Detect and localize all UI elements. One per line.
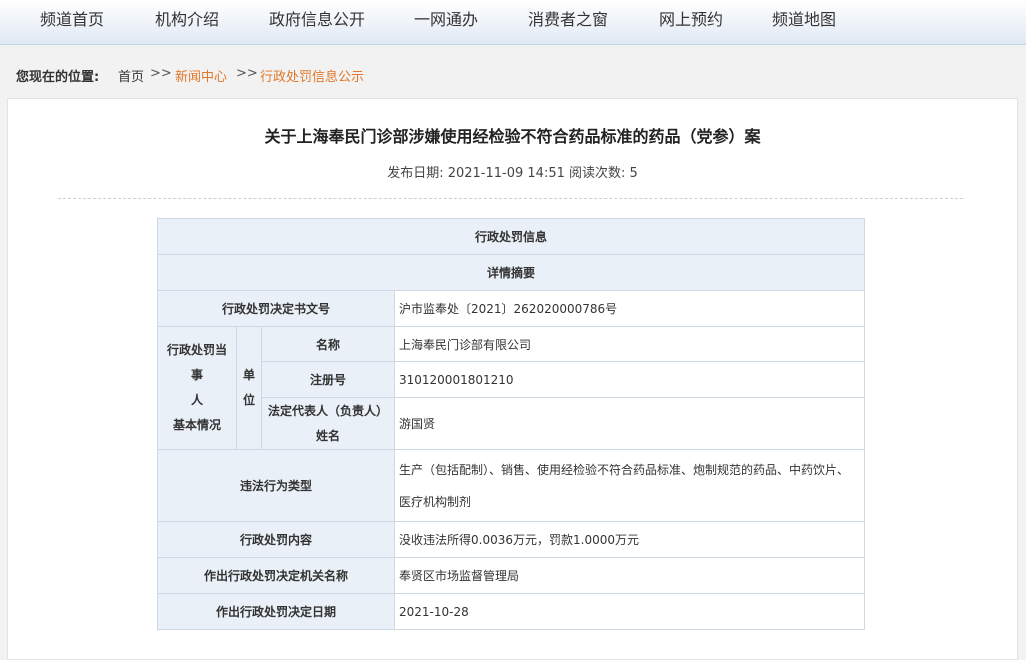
name-value: 上海奉民门诊部有限公司 bbox=[393, 326, 866, 362]
org-label: 作出行政处罚决定机关名称 bbox=[157, 557, 395, 594]
nav-about[interactable]: 机构介绍 bbox=[155, 0, 219, 44]
party-label: 行政处罚当事 人 基本情况 bbox=[157, 326, 237, 450]
reg-label: 注册号 bbox=[261, 361, 395, 398]
date-value: 2021-10-28 bbox=[393, 593, 866, 630]
party-label-line: 行政处罚当事 bbox=[166, 343, 227, 382]
breadcrumb-news-link[interactable]: 新闻中心 bbox=[175, 66, 227, 85]
rep-label-line: 姓名 bbox=[315, 428, 340, 443]
top-navigation: 频道首页 机构介绍 政府信息公开 一网通办 消费者之窗 网上预约 频道地图 bbox=[0, 0, 1026, 45]
divider bbox=[58, 198, 963, 199]
violation-line: 医疗机构制剂 bbox=[399, 494, 472, 509]
unit-label: 单 位 bbox=[236, 326, 262, 450]
party-label-line: 人 bbox=[190, 393, 203, 407]
nav-gov-info[interactable]: 政府信息公开 bbox=[269, 0, 365, 44]
violation-line: 生产（包括配制）、销售、使用经检验不符合药品标准、炮制规范的药品、中药饮片、 bbox=[399, 462, 850, 477]
nav-channel-home[interactable]: 频道首页 bbox=[40, 0, 104, 44]
rep-label: 法定代表人（负责人） 姓名 bbox=[261, 397, 395, 450]
table-header: 行政处罚信息 bbox=[156, 218, 866, 255]
nav-sitemap[interactable]: 频道地图 bbox=[772, 0, 836, 44]
date-label: 作出行政处罚决定日期 bbox=[157, 593, 395, 630]
article-title: 关于上海奉民门诊部涉嫌使用经检验不符合药品标准的药品（党参）案 bbox=[264, 127, 761, 146]
table-subheader: 详情摘要 bbox=[156, 254, 866, 291]
nav-booking[interactable]: 网上预约 bbox=[659, 0, 723, 44]
unit-label-line: 位 bbox=[242, 393, 255, 407]
reg-value: 310120001801210 bbox=[393, 361, 866, 398]
nav-consumer[interactable]: 消费者之窗 bbox=[528, 0, 608, 44]
breadcrumb: 您现在的位置: 首页 >> 新闻中心 >> 行政处罚信息公示 bbox=[0, 50, 1026, 98]
breadcrumb-home-link[interactable]: 首页 bbox=[118, 66, 144, 85]
content-value: 没收违法所得0.0036万元，罚款1.0000万元 bbox=[393, 521, 866, 558]
breadcrumb-separator: >> bbox=[150, 66, 172, 81]
name-label: 名称 bbox=[261, 326, 395, 362]
party-label-line: 基本情况 bbox=[172, 418, 221, 432]
breadcrumb-current-link[interactable]: 行政处罚信息公示 bbox=[260, 66, 364, 85]
penalty-info-table: 行政处罚信息 详情摘要 行政处罚决定书文号 沪市监奉处〔2021〕2620200… bbox=[156, 218, 866, 630]
breadcrumb-lead: 您现在的位置: bbox=[16, 70, 100, 85]
content-label: 行政处罚内容 bbox=[157, 521, 395, 558]
violation-label: 违法行为类型 bbox=[157, 449, 395, 522]
content-panel: 关于上海奉民门诊部涉嫌使用经检验不符合药品标准的药品（党参）案 发布日期: 20… bbox=[7, 98, 1018, 660]
nav-one-stop[interactable]: 一网通办 bbox=[414, 0, 478, 44]
rep-label-line: 法定代表人（负责人） bbox=[267, 403, 388, 418]
rep-value: 游国贤 bbox=[393, 397, 866, 450]
unit-label-line: 单 bbox=[242, 368, 255, 382]
doc-no-value: 沪市监奉处〔2021〕262020000786号 bbox=[393, 290, 866, 327]
violation-value: 生产（包括配制）、销售、使用经检验不符合药品标准、炮制规范的药品、中药饮片、 医… bbox=[393, 449, 866, 522]
breadcrumb-separator: >> bbox=[236, 66, 258, 81]
doc-no-label: 行政处罚决定书文号 bbox=[157, 290, 395, 327]
org-value: 奉贤区市场监督管理局 bbox=[393, 557, 866, 594]
article-meta: 发布日期: 2021-11-09 14:51 阅读次数: 5 bbox=[387, 166, 638, 181]
